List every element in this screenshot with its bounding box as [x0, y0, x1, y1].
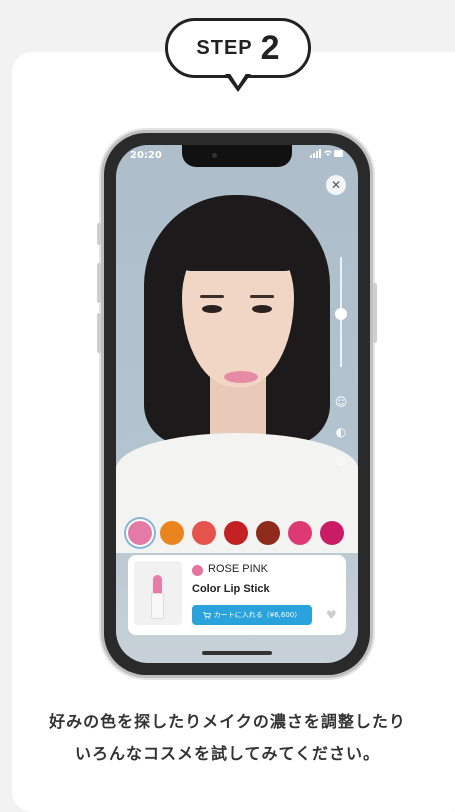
swatch-magenta[interactable] — [320, 521, 344, 545]
model-lips — [224, 371, 258, 383]
color-dot — [192, 565, 203, 576]
phone-mockup: 20:20 ✕ ☺ ◐ ◎ ROSE PINK Color Lip Stick … — [97, 133, 377, 675]
heart-icon[interactable]: ♥ — [326, 609, 338, 621]
phone-notch — [182, 145, 292, 167]
status-time: 20:20 — [130, 150, 162, 161]
lipstick-tube — [151, 593, 164, 619]
swatch-orange[interactable] — [160, 521, 184, 545]
compare-icon[interactable]: ◐ — [332, 423, 350, 441]
color-name: ROSE PINK — [208, 563, 268, 575]
phone-power-button — [373, 283, 377, 343]
model-left-brow — [200, 295, 224, 298]
phone-mute-switch — [97, 223, 101, 245]
step-number: 2 — [260, 29, 280, 67]
phone-volume-down — [97, 313, 101, 353]
product-name: Color Lip Stick — [192, 583, 270, 595]
step-badge-tail-inner — [229, 72, 247, 86]
intensity-slider-handle[interactable] — [335, 308, 347, 320]
lipstick-bullet — [153, 575, 162, 593]
lipstick-image — [134, 561, 182, 625]
swatch-rose[interactable] — [288, 521, 312, 545]
phone-screen: 20:20 ✕ ☺ ◐ ◎ ROSE PINK Color Lip Stick … — [116, 145, 358, 663]
signal-wifi-battery-icon — [310, 149, 343, 158]
model-right-eye — [252, 305, 272, 313]
color-swatch-row — [116, 517, 358, 553]
model-bangs — [176, 209, 300, 271]
phone-volume-up — [97, 263, 101, 303]
cart-icon — [202, 611, 211, 619]
swatch-red[interactable] — [224, 521, 248, 545]
add-to-cart-label: カートに入れる（¥6,600） — [213, 611, 302, 619]
step-label: STEP — [196, 36, 253, 59]
swatch-coral[interactable] — [192, 521, 216, 545]
camera-icon — [212, 153, 217, 158]
swatch-pink[interactable] — [128, 521, 152, 545]
caption-line-2: いろんなコスメを試してみてください。 — [74, 744, 381, 763]
camera-switch-icon[interactable]: ◎ — [332, 451, 350, 469]
model-left-eye — [202, 305, 222, 313]
model-right-brow — [250, 295, 274, 298]
status-icons — [310, 149, 344, 161]
face-icon[interactable]: ☺ — [332, 393, 350, 411]
close-icon: ✕ — [330, 178, 342, 192]
home-indicator — [202, 651, 272, 655]
product-card: ROSE PINK Color Lip Stick カートに入れる（¥6,600… — [128, 555, 346, 635]
close-button[interactable]: ✕ — [326, 175, 346, 195]
caption-line-1: 好みの色を探したりメイクの濃さを調整したり — [49, 712, 406, 731]
step-badge: STEP 2 — [165, 18, 311, 78]
swatch-brick[interactable] — [256, 521, 280, 545]
add-to-cart-button[interactable]: カートに入れる（¥6,600） — [192, 605, 312, 625]
